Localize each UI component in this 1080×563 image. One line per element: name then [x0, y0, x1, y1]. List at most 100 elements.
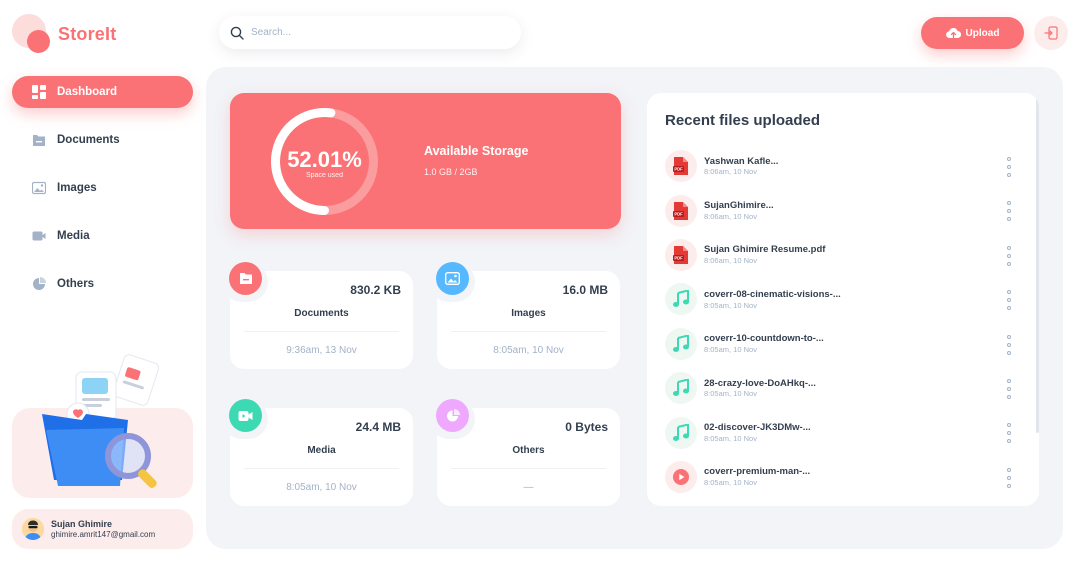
svg-text:PDF: PDF [674, 256, 683, 261]
recent-files-panel: Recent files uploaded PDF Yashwan Kafle..… [647, 93, 1039, 506]
file-thumbnail [665, 283, 697, 316]
user-email: ghimire.amrit147@gmail.com [51, 529, 156, 539]
recent-file-row[interactable]: coverr-10-countdown-to-... 8:05am, 10 Nov [665, 322, 1021, 366]
more-options-icon[interactable] [1005, 423, 1013, 444]
video-icon [238, 410, 253, 421]
recent-file-row[interactable]: coverr-premium-man-... 8:05am, 10 Nov [665, 455, 1021, 499]
file-date: 8:06am, 10 Nov [704, 256, 757, 266]
app-logo[interactable]: StoreIt [12, 14, 116, 54]
file-thumbnail [665, 460, 697, 493]
pdf-file-icon: PDF [673, 201, 688, 220]
category-size: 830.2 KB [350, 283, 401, 297]
search-bar [219, 16, 521, 49]
documents-icon [33, 135, 45, 146]
upload-button-label: Upload [965, 27, 1000, 39]
storage-summary-card: 52.01% Space used Available Storage 1.0 … [230, 93, 621, 229]
category-title: Images [511, 308, 546, 319]
recent-file-row[interactable]: PDF Sujan Ghimire Resume.pdf 8:06am, 10 No… [665, 233, 1021, 277]
svg-text:PDF: PDF [674, 167, 683, 172]
app-name: StoreIt [58, 23, 117, 44]
category-badge [229, 399, 262, 432]
file-thumbnail [665, 372, 697, 405]
recent-file-row[interactable]: 02-discover-JK3DMw-... 8:05am, 10 Nov [665, 410, 1021, 454]
search-input[interactable] [251, 27, 491, 38]
sidebar-item-label: Dashboard [57, 86, 118, 98]
category-card-images[interactable]: 16.0 MB Images 8:05am, 10 Nov [429, 262, 620, 369]
music-note-icon [673, 423, 689, 441]
storage-percent-caption: Space used [306, 172, 343, 179]
more-options-icon[interactable] [1005, 245, 1013, 266]
file-name: 28-crazy-love-DoAHkq-... [704, 377, 816, 389]
storage-percent: 52.01% [287, 147, 362, 172]
files-illustration-card [12, 354, 193, 498]
sidebar-item-label: Others [57, 278, 95, 290]
recent-file-row[interactable]: PDF Yashwan Kafle... 8:06am, 10 Nov [665, 144, 1021, 188]
search-icon [230, 26, 244, 40]
category-last-updated: 8:05am, 10 Nov [493, 345, 564, 356]
user-name: Sujan Ghimire [51, 518, 113, 529]
recent-file-row[interactable]: coverr-08-cinematic-visions-... 8:05am, 1… [665, 277, 1021, 321]
sidebar-item-media[interactable]: Media [12, 220, 193, 252]
file-name: coverr-premium-man-... [704, 466, 811, 478]
file-name: coverr-10-countdown-to-... [704, 333, 824, 345]
category-card-others[interactable]: 0 Bytes Others — [429, 399, 620, 506]
file-date: 8:05am, 10 Nov [704, 478, 757, 488]
more-options-icon[interactable] [1005, 467, 1013, 488]
logout-button[interactable] [1034, 16, 1068, 50]
file-date: 8:05am, 10 Nov [704, 433, 757, 443]
category-badge [436, 262, 469, 295]
play-video-icon [673, 468, 689, 485]
pdf-file-icon: PDF [673, 157, 688, 176]
more-options-icon[interactable] [1005, 334, 1013, 355]
sidebar-item-dashboard[interactable]: Dashboard [12, 76, 193, 108]
category-last-updated: 9:36am, 13 Nov [286, 345, 357, 356]
file-name: Yashwan Kafle... [704, 155, 779, 167]
avatar [22, 518, 44, 540]
pdf-file-icon: PDF [673, 245, 688, 264]
file-name: coverr-08-cinematic-visions-... [704, 288, 841, 300]
storage-usage: 1.0 GB / 2GB [424, 167, 478, 177]
others-icon [33, 277, 46, 290]
dashboard-icon [32, 85, 46, 99]
file-thumbnail: PDF [665, 150, 697, 183]
category-last-updated: 8:05am, 10 Nov [286, 482, 357, 493]
category-badge [229, 262, 262, 295]
category-title: Documents [294, 308, 349, 319]
images-icon [32, 181, 46, 195]
file-name: Sujan Ghimire Resume.pdf [704, 244, 826, 256]
file-thumbnail: PDF [665, 238, 697, 271]
file-date: 8:05am, 10 Nov [704, 389, 757, 399]
file-date: 8:06am, 10 Nov [704, 211, 757, 221]
sidebar-nav: Dashboard Documents Images Media Others [12, 76, 193, 316]
storage-title: Available Storage [424, 144, 529, 158]
more-options-icon[interactable] [1005, 201, 1013, 222]
user-profile-card[interactable]: Sujan Ghimire ghimire.amrit147@gmail.com [12, 509, 193, 549]
music-note-icon [673, 334, 689, 352]
image-icon [445, 272, 460, 285]
recent-files-scrollbar[interactable] [1036, 93, 1039, 433]
recent-file-row[interactable]: PDF SujanGhimire... 8:06am, 10 Nov [665, 188, 1021, 232]
file-thumbnail: PDF [665, 194, 697, 227]
category-size: 16.0 MB [562, 283, 608, 297]
music-note-icon [673, 290, 689, 308]
sidebar-item-documents[interactable]: Documents [12, 124, 193, 156]
file-name: 02-discover-JK3DMw-... [704, 421, 811, 433]
dashboard-main: 52.01% Space used Available Storage 1.0 … [206, 67, 1063, 549]
category-card-documents[interactable]: 830.2 KB Documents 9:36am, 13 Nov [222, 262, 413, 369]
recent-files-title: Recent files uploaded [665, 112, 821, 129]
category-size: 0 Bytes [565, 420, 608, 434]
file-date: 8:05am, 10 Nov [704, 345, 757, 354]
more-options-icon[interactable] [1005, 378, 1013, 399]
category-card-media[interactable]: 24.4 MB Media 8:05am, 10 Nov [222, 399, 413, 506]
file-date: 8:05am, 10 Nov [704, 300, 757, 310]
more-options-icon[interactable] [1005, 290, 1013, 311]
folder-icon [239, 273, 252, 284]
recent-file-row[interactable]: 28-crazy-love-DoAHkq-... 8:05am, 10 Nov [665, 366, 1021, 410]
upload-button[interactable]: Upload [921, 17, 1024, 49]
sidebar-item-others[interactable]: Others [12, 268, 193, 300]
sidebar-item-label: Documents [57, 134, 120, 146]
sidebar-item-images[interactable]: Images [12, 172, 193, 204]
more-options-icon[interactable] [1005, 157, 1013, 177]
file-thumbnail [665, 416, 697, 449]
category-size: 24.4 MB [355, 420, 401, 434]
